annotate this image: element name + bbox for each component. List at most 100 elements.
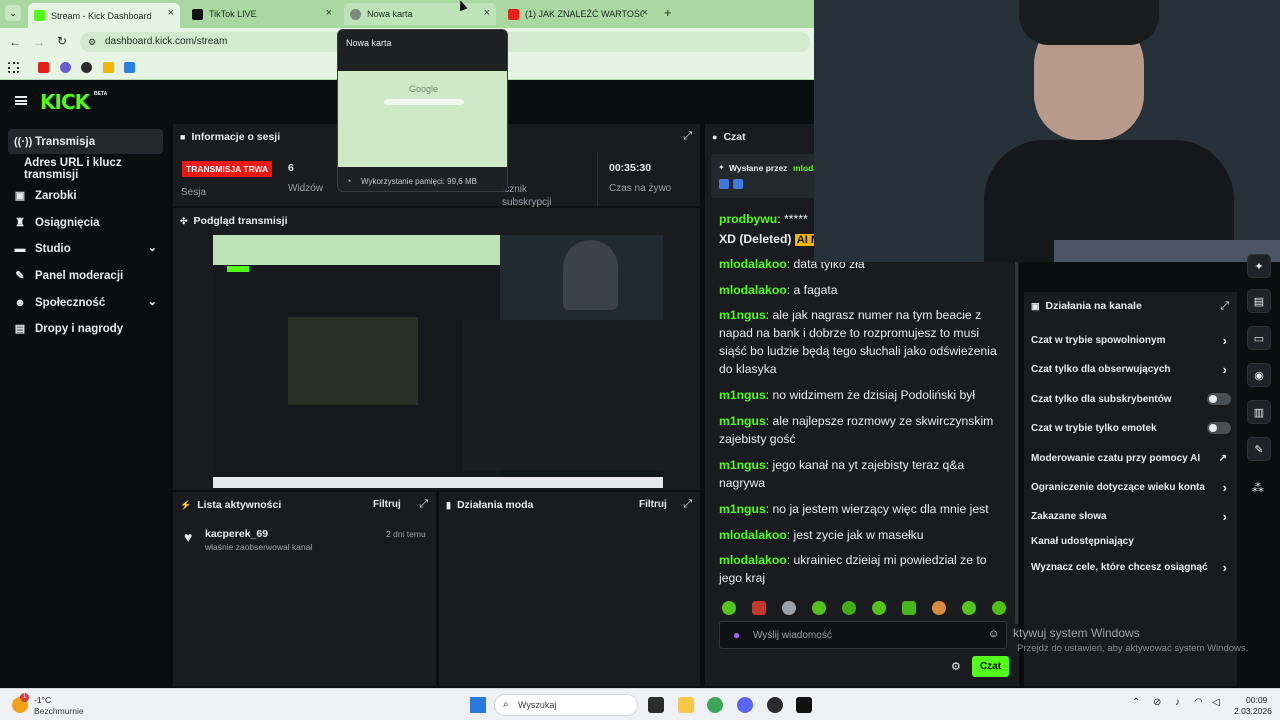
chat-username[interactable]: m1ngus xyxy=(719,414,766,428)
banned-words-setting[interactable]: Zakazane słowa › xyxy=(1031,504,1231,528)
tray-wifi-icon[interactable]: ◠ xyxy=(1194,697,1203,708)
chat-username[interactable]: mlodalakoo xyxy=(719,528,787,542)
slow-mode-setting[interactable]: Czat w trybie spowolnionym › xyxy=(1031,328,1231,352)
weather-desc[interactable]: Bezchmurnie xyxy=(34,706,84,716)
rail-notes-icon[interactable]: ▤ xyxy=(1247,289,1271,313)
expand-icon[interactable]: ⤢ xyxy=(1220,300,1229,313)
hamburger-menu-icon[interactable] xyxy=(15,96,27,105)
sidebar-item-stream-url-key[interactable]: Adres URL i klucz transmisji xyxy=(18,156,173,181)
rail-share-icon[interactable]: ⁂ xyxy=(1252,481,1264,495)
rail-chat-icon[interactable]: ▭ xyxy=(1247,326,1271,350)
microphone-icon[interactable]: ● xyxy=(733,628,740,642)
goals-setting[interactable]: Wyznacz cele, które chcesz osiągnąć › xyxy=(1031,555,1231,579)
apps-grid-icon[interactable] xyxy=(8,62,19,73)
sidebar-item-transmisja[interactable]: ((·)) Transmisja xyxy=(8,129,163,154)
emote-icon[interactable] xyxy=(872,601,886,615)
taskbar-search[interactable]: ⌕ Wyszukaj xyxy=(494,694,638,716)
account-age-setting[interactable]: Ograniczenie dotyczące wieku konta › xyxy=(1031,475,1231,499)
emote-icon[interactable] xyxy=(902,601,916,615)
filter-button[interactable]: Filtruj xyxy=(639,499,667,510)
discord-icon[interactable] xyxy=(737,697,753,713)
subscribers-only-toggle[interactable] xyxy=(1207,393,1231,405)
kick-logo[interactable]: KICK xyxy=(40,90,90,114)
chat-username[interactable]: mlodalakoo xyxy=(719,257,787,271)
tray-overflow-icon[interactable]: ⌃ xyxy=(1132,697,1140,708)
chevron-down-icon[interactable]: ⌄ xyxy=(148,241,157,254)
expand-icon[interactable]: ⤢ xyxy=(419,498,428,511)
reload-icon[interactable]: ↻ xyxy=(57,34,67,48)
stream-video[interactable] xyxy=(213,235,663,488)
emote-icon[interactable] xyxy=(842,601,856,615)
emoji-icon[interactable]: ☺ xyxy=(988,628,999,640)
rail-broadcast-icon[interactable]: ◉ xyxy=(1247,363,1271,387)
sharing-channel-setting[interactable]: Kanał udostępniający xyxy=(1031,529,1231,553)
tray-mic-icon[interactable]: ♪ xyxy=(1175,697,1180,708)
site-info-icon[interactable]: ⚙ xyxy=(88,32,96,52)
activity-user[interactable]: kacperek_69 xyxy=(205,528,268,540)
close-tab-icon[interactable]: × xyxy=(484,7,490,19)
emote-icon[interactable] xyxy=(722,601,736,615)
chat-input[interactable]: ● Wyślij wiadomość ☺ xyxy=(719,621,1007,649)
expand-icon[interactable]: ⤢ xyxy=(683,130,692,143)
expand-icon[interactable]: ⤢ xyxy=(683,498,692,511)
chat-username[interactable]: m1ngus xyxy=(719,308,766,322)
sidebar-item-studio[interactable]: ▬ Studio ⌄ xyxy=(8,236,163,261)
whatsapp-bookmark-icon[interactable] xyxy=(81,62,92,73)
chat-text: no ja jestem wierzący więc dla mnie jest xyxy=(772,502,989,516)
tab-new-tab[interactable]: Nowa karta × xyxy=(344,3,496,25)
file-explorer-icon[interactable] xyxy=(678,697,694,713)
emote-icon[interactable] xyxy=(782,601,796,615)
close-tab-icon[interactable]: × xyxy=(168,7,174,19)
emote-icon[interactable] xyxy=(812,601,826,615)
emote-icon[interactable] xyxy=(962,601,976,615)
chrome-icon[interactable] xyxy=(707,697,723,713)
tab-youtube[interactable]: (1) JAK ZNALEŹĆ WARTOŚCIOWĄ × xyxy=(502,3,654,25)
kick-app-icon[interactable] xyxy=(796,697,812,713)
clock-time[interactable]: 00:09 xyxy=(1246,695,1267,705)
chat-username[interactable]: prodbywu xyxy=(719,212,777,226)
close-tab-icon[interactable]: × xyxy=(642,7,648,19)
obs-icon[interactable] xyxy=(767,697,783,713)
forward-icon[interactable]: → xyxy=(33,35,45,49)
rail-wrench-icon[interactable]: ✎ xyxy=(1247,437,1271,461)
followers-only-setting[interactable]: Czat tylko dla obserwujących › xyxy=(1031,357,1231,381)
sidebar-item-zarobki[interactable]: ▣ Zarobki xyxy=(8,183,163,208)
youtube-bookmark-icon[interactable] xyxy=(38,62,49,73)
new-tab-button[interactable]: + xyxy=(664,5,672,20)
chat-username[interactable]: m1ngus xyxy=(719,502,766,516)
chat-username[interactable]: m1ngus xyxy=(719,388,766,402)
weather-temp[interactable]: -1°C xyxy=(34,695,51,705)
sidebar-item-spolecznosc[interactable]: ☻ Społeczność ⌄ xyxy=(8,290,163,315)
chat-settings-icon[interactable]: ⚙ xyxy=(951,660,961,673)
sidebar-item-osiagniecia[interactable]: ♜ Osiągnięcia xyxy=(8,210,163,235)
bookmark-blue-icon[interactable] xyxy=(124,62,135,73)
rail-pin-icon[interactable]: ✦ xyxy=(1247,254,1271,278)
rail-layout-icon[interactable]: ▥ xyxy=(1247,400,1271,424)
chat-username[interactable]: mlodalakoo xyxy=(719,553,787,567)
start-icon[interactable] xyxy=(470,697,486,713)
chat-username[interactable]: m1ngus xyxy=(719,458,766,472)
back-icon[interactable]: ← xyxy=(9,35,21,49)
tab-list-button[interactable]: ⌄ xyxy=(5,5,21,21)
ai-moderation-setting[interactable]: Moderowanie czatu przy pomocy AI ↗ xyxy=(1031,446,1231,470)
close-tab-icon[interactable]: × xyxy=(326,7,332,19)
tray-network-icon[interactable]: ⊘ xyxy=(1153,697,1161,708)
emote-icon[interactable] xyxy=(992,601,1006,615)
clock-date[interactable]: 2.03.2026 xyxy=(1234,706,1272,716)
tab-kick-dashboard[interactable]: Stream - Kick Dashboard × xyxy=(28,3,180,28)
drive-bookmark-icon[interactable] xyxy=(103,62,114,73)
chat-username[interactable]: mlodalakoo xyxy=(719,283,787,297)
chevron-down-icon[interactable]: ⌄ xyxy=(148,295,157,308)
task-view-icon[interactable] xyxy=(648,697,664,713)
tray-volume-icon[interactable]: ◁ xyxy=(1212,697,1220,708)
chat-send-button[interactable]: Czat xyxy=(972,656,1009,677)
emote-icon[interactable] xyxy=(752,601,766,615)
bookmark-purple-icon[interactable] xyxy=(60,62,71,73)
chat-scrollbar[interactable] xyxy=(1015,244,1018,624)
emote-only-toggle[interactable] xyxy=(1207,422,1231,434)
filter-button[interactable]: Filtruj xyxy=(373,499,401,510)
emote-icon[interactable] xyxy=(932,601,946,615)
sidebar-item-dropy[interactable]: ▤ Dropy i nagrody xyxy=(8,316,163,341)
sidebar-item-panel-moderacji[interactable]: ✎ Panel moderacji xyxy=(8,263,163,288)
tab-tiktok-live[interactable]: TikTok LIVE × xyxy=(186,3,338,25)
